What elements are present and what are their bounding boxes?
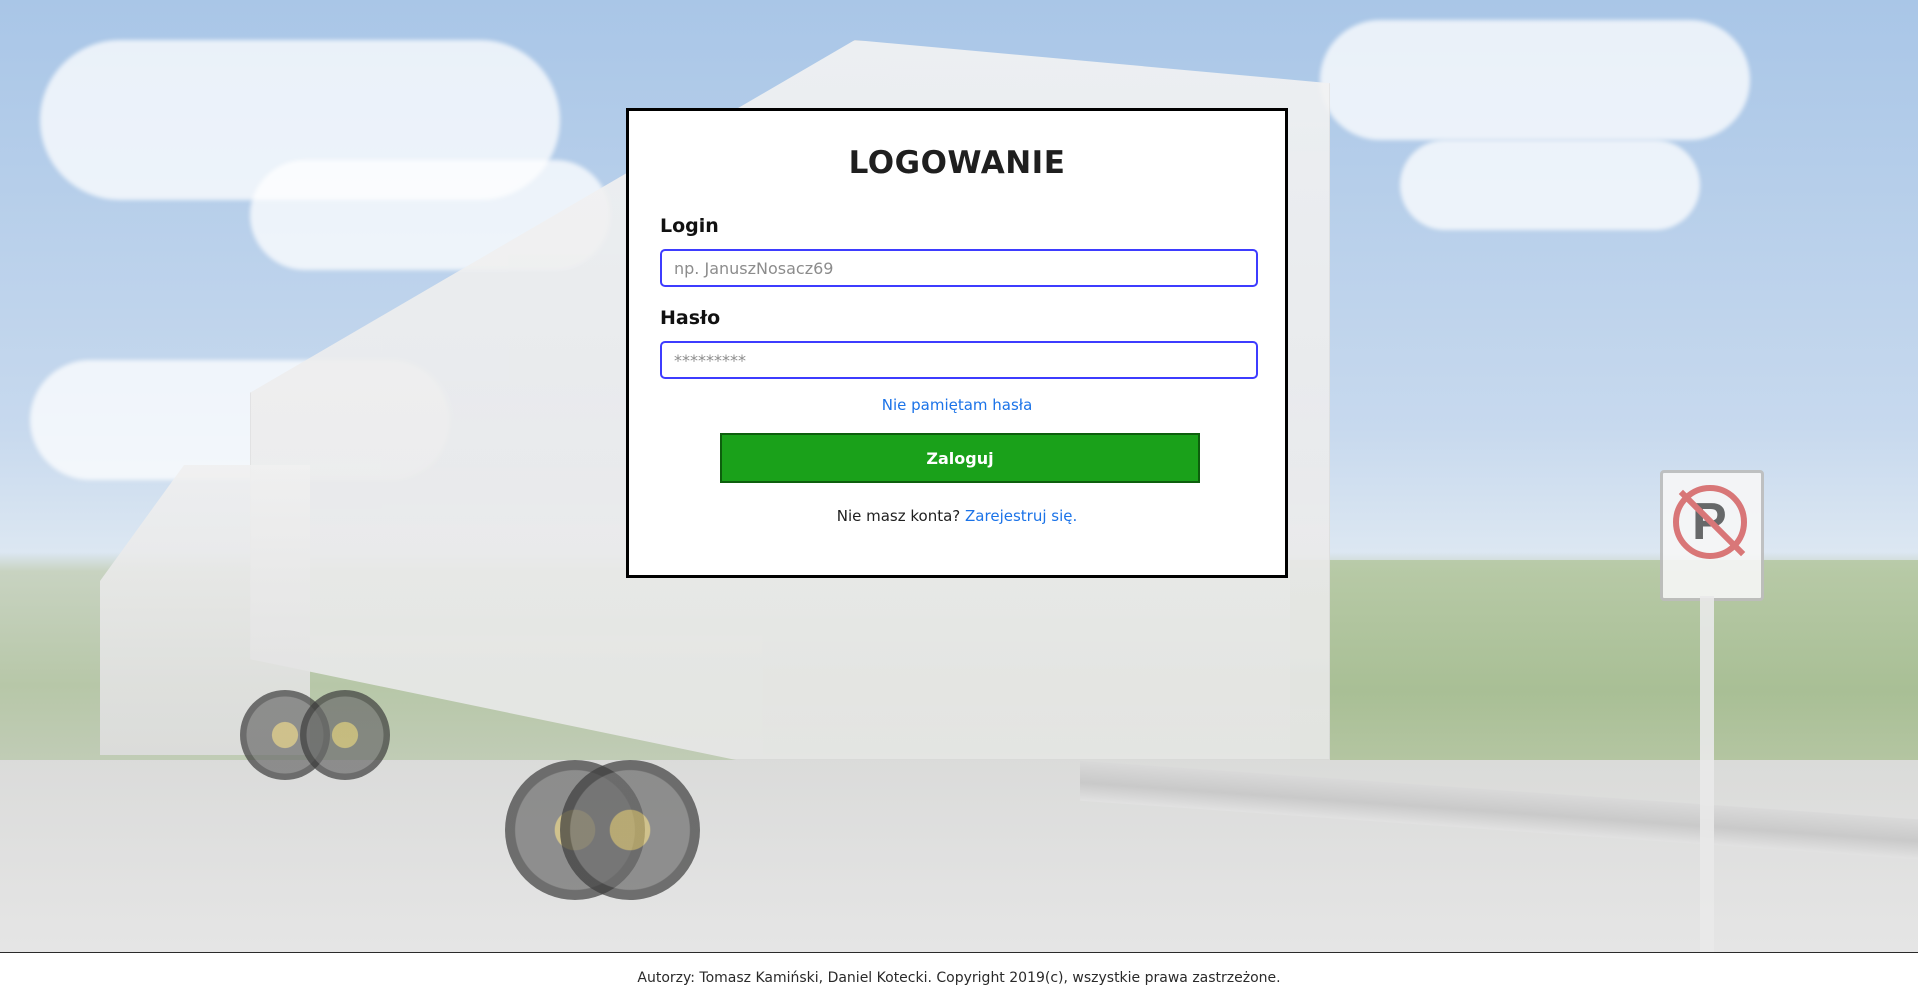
register-prompt: Nie masz konta? — [836, 507, 961, 525]
page: P LOGOWANIE Login Hasło Nie pamiętam has… — [0, 0, 1918, 1005]
password-input[interactable] — [660, 341, 1258, 379]
sign-post — [1700, 596, 1714, 952]
login-label: Login — [660, 215, 719, 237]
register-link[interactable]: Zarejestruj się. — [965, 507, 1077, 525]
forgot-password-link[interactable]: Nie pamiętam hasła — [629, 396, 1285, 414]
cloud-4 — [1400, 140, 1700, 230]
truck-wheel — [300, 690, 390, 780]
register-row: Nie masz konta? Zarejestruj się. — [629, 507, 1285, 525]
footer-text: Autorzy: Tomasz Kamiński, Daniel Kotecki… — [637, 970, 1281, 986]
login-input[interactable] — [660, 249, 1258, 287]
login-title: LOGOWANIE — [848, 145, 1066, 181]
login-button[interactable]: Zaloguj — [720, 433, 1200, 483]
footer: Autorzy: Tomasz Kamiński, Daniel Kotecki… — [0, 952, 1918, 1005]
password-label: Hasło — [660, 307, 721, 329]
truck-wheel — [560, 760, 700, 900]
login-card: LOGOWANIE Login Hasło Nie pamiętam hasła… — [626, 108, 1288, 578]
road — [0, 760, 1918, 952]
no-parking-icon: P — [1660, 470, 1764, 601]
cloud-3 — [1320, 20, 1750, 140]
